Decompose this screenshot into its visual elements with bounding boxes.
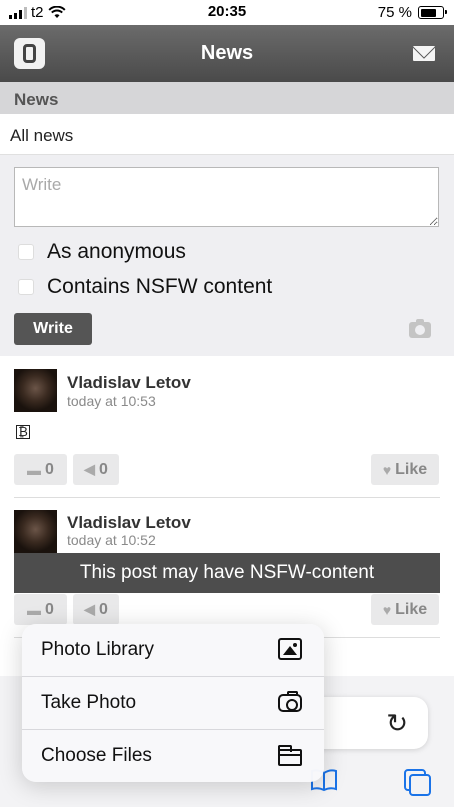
- nsfw-label: Contains NSFW content: [47, 275, 273, 298]
- comment-icon: ▬: [27, 601, 42, 618]
- like-label: Like: [395, 600, 428, 618]
- write-input[interactable]: [14, 167, 439, 227]
- battery-percent: 75 %: [377, 4, 412, 21]
- battery-icon: [418, 6, 447, 19]
- menu-item-choose-files[interactable]: Choose Files: [22, 730, 324, 782]
- megaphone-icon: ◀: [84, 601, 95, 617]
- reposts-count: 0: [98, 460, 108, 478]
- heart-icon: ♥: [382, 601, 392, 618]
- battery-level: [420, 8, 437, 17]
- repost-button[interactable]: ◀ 0: [73, 594, 119, 625]
- mail-icon[interactable]: [413, 46, 435, 61]
- like-label: Like: [395, 460, 428, 478]
- heart-icon: ♥: [382, 461, 392, 478]
- nsfw-notice[interactable]: This post may have NSFW-content: [14, 553, 440, 593]
- photo-library-icon: [278, 638, 302, 660]
- section-header: News: [0, 82, 454, 114]
- menu-item-label: Take Photo: [41, 692, 137, 713]
- folder-icon: [278, 745, 302, 766]
- camera-icon: [278, 691, 302, 712]
- megaphone-icon: ◀: [84, 461, 95, 477]
- menu-item-photo-library[interactable]: Photo Library: [22, 624, 324, 677]
- menu-item-label: Choose Files: [41, 745, 152, 766]
- news-filter-label: All news: [10, 126, 74, 145]
- app-header: News: [0, 25, 454, 82]
- anonymous-option[interactable]: As anonymous: [18, 240, 186, 264]
- menu-item-take-photo[interactable]: Take Photo: [22, 677, 324, 730]
- comments-count: 0: [45, 460, 54, 478]
- post-time: today at 10:52: [67, 532, 156, 548]
- write-button[interactable]: Write: [14, 313, 92, 345]
- comments-button[interactable]: ▬ 0: [14, 594, 67, 625]
- section-title: News: [14, 90, 59, 109]
- like-button[interactable]: ♥ Like: [371, 594, 439, 625]
- status-right: 75 %: [377, 4, 447, 21]
- avatar[interactable]: [14, 369, 57, 412]
- repost-button[interactable]: ◀ 0: [73, 454, 119, 485]
- post-body: ₿: [16, 425, 30, 439]
- divider: [14, 497, 440, 498]
- anonymous-checkbox[interactable]: [18, 244, 34, 260]
- post-author[interactable]: Vladislav Letov: [67, 513, 191, 533]
- like-button[interactable]: ♥ Like: [371, 454, 439, 485]
- post-composer: As anonymous Contains NSFW content Write: [0, 156, 454, 356]
- attach-photo-icon[interactable]: [409, 319, 431, 338]
- post-time: today at 10:53: [67, 393, 156, 409]
- nsfw-checkbox[interactable]: [18, 279, 34, 295]
- post-author[interactable]: Vladislav Letov: [67, 373, 191, 393]
- nsfw-option[interactable]: Contains NSFW content: [18, 275, 272, 299]
- status-bar: t2 20:35 75 %: [0, 0, 454, 25]
- menu-item-label: Photo Library: [41, 639, 155, 660]
- reposts-count: 0: [98, 600, 108, 618]
- file-picker-menu: Photo Library Take Photo Choose Files: [22, 624, 324, 782]
- news-filter[interactable]: All news: [0, 114, 454, 155]
- avatar[interactable]: [14, 510, 57, 553]
- comments-button[interactable]: ▬ 0: [14, 454, 67, 485]
- reload-icon[interactable]: ↻: [386, 708, 408, 739]
- page-title: News: [200, 42, 254, 64]
- tabs-icon[interactable]: [404, 769, 431, 796]
- comment-icon: ▬: [27, 461, 42, 478]
- comments-count: 0: [45, 600, 54, 618]
- anonymous-label: As anonymous: [47, 240, 186, 263]
